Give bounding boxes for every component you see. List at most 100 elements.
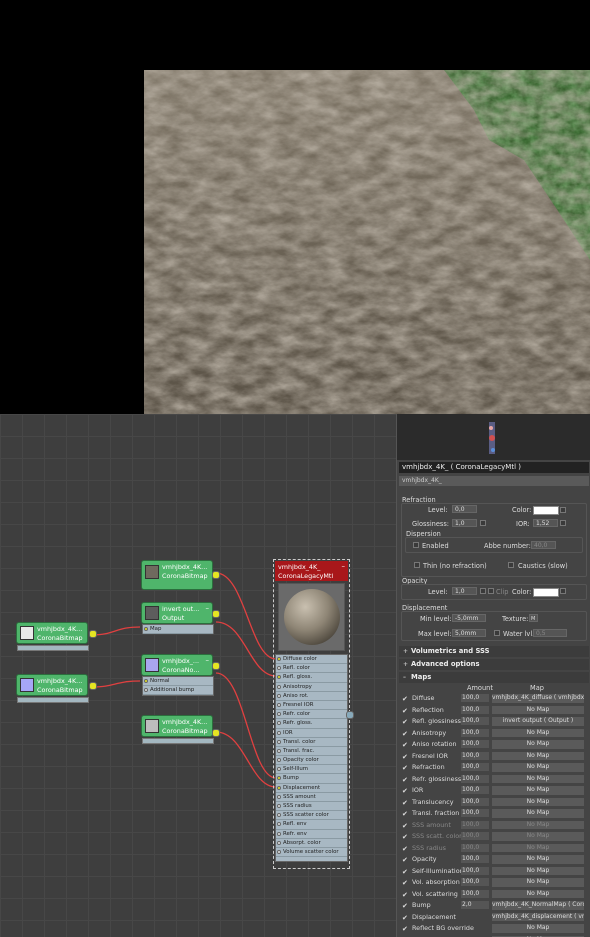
map-enable-checkbox[interactable]: ✔ bbox=[402, 913, 409, 924]
rollout-advanced[interactable]: + Advanced options bbox=[399, 659, 589, 670]
input-pin[interactable] bbox=[277, 739, 281, 744]
map-slot-button[interactable]: invert output ( Output ) bbox=[492, 717, 584, 726]
material-slot[interactable]: Anisotropy bbox=[276, 683, 347, 692]
displacement-texture-button[interactable]: M bbox=[529, 614, 538, 622]
map-amount-spinner[interactable]: 100,0 bbox=[461, 889, 489, 898]
map-slot-button[interactable]: No Map bbox=[492, 832, 584, 841]
input-pin[interactable] bbox=[277, 849, 281, 854]
material-slot[interactable]: Self-Illum bbox=[276, 765, 347, 775]
output-pin[interactable] bbox=[212, 571, 220, 579]
material-slot[interactable]: Refr. env bbox=[276, 830, 347, 839]
map-enable-checkbox[interactable]: ✔ bbox=[402, 763, 409, 774]
glossiness-spinner[interactable]: 1,0 bbox=[452, 519, 477, 527]
material-slot[interactable]: Absorpt. color bbox=[276, 839, 347, 848]
material-slot[interactable]: Diffuse color bbox=[276, 655, 347, 665]
slot-map[interactable]: Map bbox=[143, 625, 213, 635]
caustics-checkbox[interactable] bbox=[508, 562, 514, 568]
material-slot[interactable]: Volume scatter color bbox=[276, 848, 347, 858]
map-amount-spinner[interactable]: 100,0 bbox=[461, 740, 489, 748]
input-pin[interactable] bbox=[277, 840, 281, 845]
node-normalmap[interactable]: vmhjbdx_... CoronaNo... – Normal Additio… bbox=[141, 654, 220, 696]
refraction-color-swatch[interactable] bbox=[533, 506, 559, 515]
water-level-checkbox[interactable] bbox=[494, 630, 500, 636]
clip-checkbox[interactable] bbox=[488, 588, 494, 594]
material-slot[interactable]: Refl. color bbox=[276, 664, 347, 674]
input-pin[interactable] bbox=[277, 831, 281, 836]
map-enable-checkbox[interactable]: ✔ bbox=[402, 729, 409, 740]
min-level-spinner[interactable]: -5,0mm bbox=[452, 614, 486, 622]
map-enable-checkbox[interactable]: ✔ bbox=[402, 706, 409, 717]
material-slot[interactable]: Bump bbox=[276, 774, 347, 784]
input-pin[interactable] bbox=[277, 776, 281, 781]
map-slot-button[interactable]: No Map bbox=[492, 809, 584, 818]
material-slot[interactable]: Displacement bbox=[276, 784, 347, 793]
material-slot[interactable]: Opacity color bbox=[276, 756, 347, 766]
map-enable-checkbox[interactable]: ✔ bbox=[402, 775, 409, 786]
input-pin[interactable] bbox=[277, 675, 281, 680]
water-level-spinner[interactable]: 0,5 bbox=[533, 629, 567, 637]
material-slot[interactable]: IOR bbox=[276, 729, 347, 738]
input-pin[interactable] bbox=[277, 813, 281, 818]
map-slot-button[interactable]: No Map bbox=[492, 763, 584, 772]
map-amount-spinner[interactable]: 100,0 bbox=[461, 855, 489, 863]
ior-map-button[interactable] bbox=[560, 520, 566, 526]
node-bitmap-diffuse[interactable]: vmhjbdx_4K... CoronaBitmap bbox=[141, 560, 220, 590]
map-enable-checkbox[interactable]: ✔ bbox=[402, 740, 409, 751]
map-amount-spinner[interactable]: 100,0 bbox=[461, 832, 489, 840]
opacity-map-button[interactable] bbox=[480, 588, 486, 594]
map-slot-button[interactable]: No Map bbox=[492, 855, 584, 864]
mini-viewport[interactable] bbox=[396, 414, 590, 460]
node-bitmap-displacement[interactable]: vmhjbdx_4K... CoronaBitmap bbox=[141, 715, 220, 744]
node-bitmap-normal[interactable]: vmhjbdx_4K... CoronaBitmap bbox=[16, 674, 97, 703]
map-amount-spinner[interactable]: 100,0 bbox=[461, 774, 489, 783]
material-slot[interactable]: Aniso rot. bbox=[276, 692, 347, 701]
input-pin[interactable] bbox=[277, 702, 281, 707]
material-slot[interactable]: Refl. env bbox=[276, 820, 347, 830]
map-enable-checkbox[interactable]: ✔ bbox=[402, 798, 409, 809]
map-slot-button[interactable]: No Map bbox=[492, 878, 584, 887]
map-amount-spinner[interactable]: 100,0 bbox=[461, 763, 489, 771]
collapse-icon[interactable]: – bbox=[206, 604, 210, 612]
map-slot-button[interactable]: No Map bbox=[492, 740, 584, 749]
collapse-icon[interactable]: – bbox=[206, 656, 210, 664]
map-enable-checkbox[interactable]: ✔ bbox=[402, 809, 409, 820]
map-slot-button[interactable]: vmhjbdx_4K_NormalMap ( Coro bbox=[492, 901, 584, 910]
output-pin[interactable] bbox=[346, 711, 354, 719]
output-pin[interactable] bbox=[212, 729, 220, 737]
map-slot-button[interactable]: No Map bbox=[492, 786, 584, 795]
map-enable-checkbox[interactable]: ✔ bbox=[402, 924, 409, 935]
map-slot-button[interactable]: vmhjbdx_4K_displacement ( vml bbox=[492, 912, 584, 921]
input-pin[interactable] bbox=[277, 758, 281, 763]
input-pin[interactable] bbox=[277, 730, 281, 735]
map-enable-checkbox[interactable]: ✔ bbox=[402, 717, 409, 728]
material-name-field[interactable]: vmhjbdx_4K_ bbox=[399, 476, 589, 486]
map-enable-checkbox[interactable]: ✔ bbox=[402, 821, 409, 832]
input-pin[interactable] bbox=[277, 804, 281, 808]
material-slot[interactable]: SSS amount bbox=[276, 793, 347, 802]
map-amount-spinner[interactable]: 100,0 bbox=[461, 878, 489, 886]
ior-spinner[interactable]: 1,52 bbox=[533, 519, 558, 527]
thin-checkbox[interactable] bbox=[414, 562, 420, 568]
map-slot-button[interactable]: No Map bbox=[492, 728, 584, 737]
abbe-spinner[interactable]: 40,0 bbox=[531, 541, 556, 549]
map-slot-button[interactable]: No Map bbox=[492, 843, 584, 852]
map-amount-spinner[interactable]: 100,0 bbox=[461, 717, 489, 725]
glossiness-map-button[interactable] bbox=[480, 520, 486, 526]
opacity-color-map-button[interactable] bbox=[560, 588, 566, 594]
slot-additional-bump[interactable]: Additional bump bbox=[143, 686, 213, 696]
map-enable-checkbox[interactable]: ✔ bbox=[402, 890, 409, 901]
material-slot[interactable]: Refl. gloss. bbox=[276, 673, 347, 683]
map-slot-button[interactable]: No Map bbox=[492, 866, 584, 875]
input-pin[interactable] bbox=[277, 684, 281, 689]
slate-node-editor[interactable]: vmhjbdx_4K... CoronaBitmap invert out...… bbox=[0, 414, 396, 937]
map-enable-checkbox[interactable]: ✔ bbox=[402, 901, 409, 912]
input-pin[interactable] bbox=[277, 657, 281, 661]
collapse-icon[interactable]: – bbox=[342, 562, 346, 570]
output-pin[interactable] bbox=[89, 630, 97, 638]
input-pin[interactable] bbox=[277, 767, 281, 772]
input-pin[interactable] bbox=[277, 721, 281, 726]
map-slot-button[interactable]: No Map bbox=[492, 889, 584, 898]
map-amount-spinner[interactable]: 100,0 bbox=[461, 843, 489, 852]
input-pin[interactable] bbox=[277, 666, 281, 671]
material-slot[interactable]: Refr. color bbox=[276, 710, 347, 720]
